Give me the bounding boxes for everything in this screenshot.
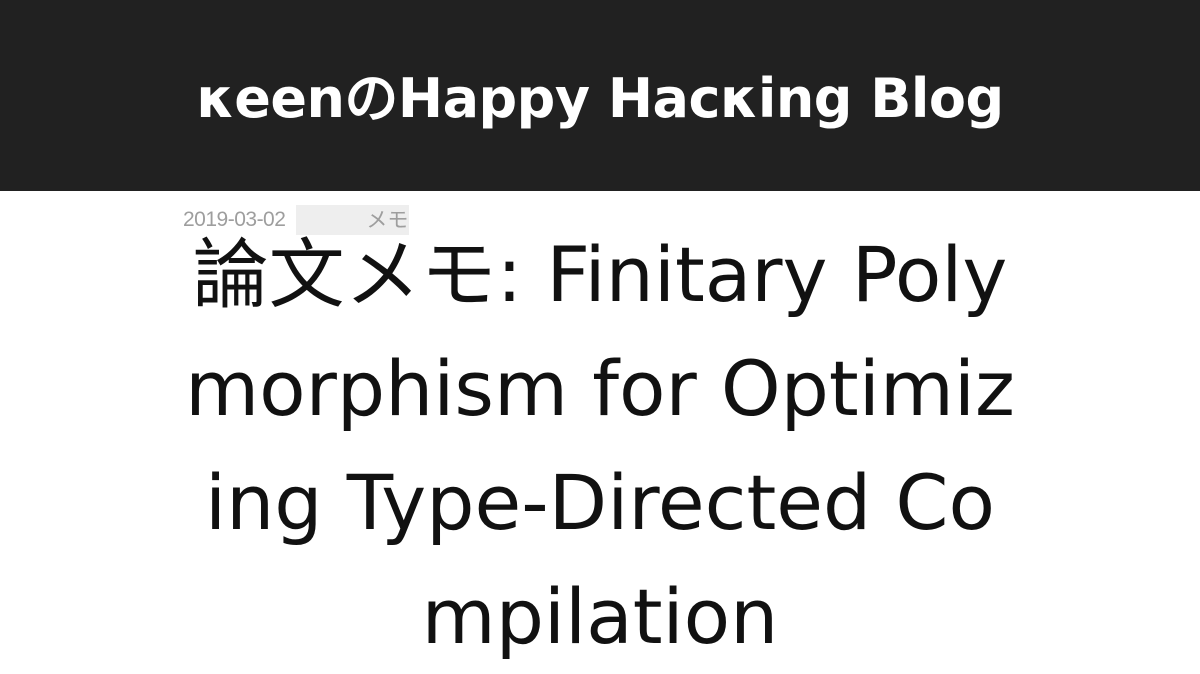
post-date: 2019-03-02 [183,208,286,231]
category-tag[interactable]: メモ [296,205,410,235]
site-header: κeenのHappy Hacκing Blog [0,0,1200,191]
post-meta: 2019-03-02 メモ [183,205,410,235]
post-title: 論文メモ: Finitary Polymorphism for Optimizi… [185,230,1015,661]
site-title-link[interactable]: κeenのHappy Hacκing Blog [196,71,1004,126]
